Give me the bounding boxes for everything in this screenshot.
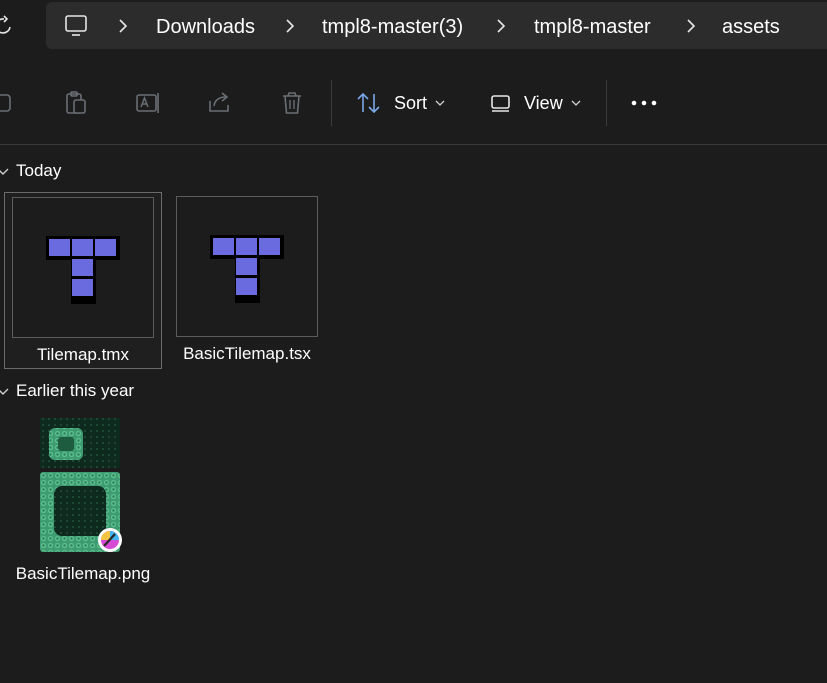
rename-icon[interactable] <box>134 89 162 117</box>
toolbar-divider <box>606 80 607 126</box>
delete-icon[interactable] <box>278 89 306 117</box>
breadcrumb-tmpl8-master-3[interactable]: tmpl8-master(3) <box>322 14 463 40</box>
more-options-icon[interactable] <box>630 89 658 117</box>
tiled-file-icon <box>46 236 120 304</box>
breadcrumb-chevron-icon[interactable] <box>117 17 129 35</box>
sort-label: Sort <box>394 92 428 113</box>
file-thumbnail <box>12 197 154 338</box>
share-icon[interactable] <box>206 89 234 117</box>
file-explorer-window: Downloads tmpl8-master(3) tmpl8-master a… <box>0 0 827 683</box>
paste-icon[interactable] <box>62 89 90 117</box>
chevron-down-icon <box>435 100 445 106</box>
breadcrumb-chevron-icon[interactable] <box>284 17 296 35</box>
refresh-icon[interactable] <box>0 15 12 37</box>
file-name: Tilemap.tmx <box>37 345 129 364</box>
chevron-down-icon <box>571 100 581 106</box>
view-label: View <box>524 92 563 113</box>
file-thumbnail <box>176 196 318 337</box>
file-name: BasicTilemap.png <box>15 564 151 583</box>
png-image-thumbnail <box>40 418 122 552</box>
copy-icon[interactable] <box>0 89 18 117</box>
breadcrumb-chevron-icon[interactable] <box>685 17 697 35</box>
file-name: BasicTilemap.tsx <box>183 344 311 363</box>
group-label: Earlier this year <box>16 381 135 400</box>
sort-button[interactable]: Sort <box>356 86 445 120</box>
group-label: Today <box>16 161 62 180</box>
toolbar-divider <box>331 80 332 126</box>
this-pc-icon[interactable] <box>64 14 90 38</box>
view-button[interactable]: View <box>490 86 581 120</box>
breadcrumb-downloads[interactable]: Downloads <box>156 14 255 40</box>
chevron-collapse-icon <box>0 168 9 175</box>
tiled-file-icon <box>210 235 284 303</box>
file-item-basictilemap-tsx[interactable]: BasicTilemap.tsx <box>168 192 326 369</box>
breadcrumb-tmpl8-master[interactable]: tmpl8-master <box>534 14 651 40</box>
sort-icon <box>357 92 380 114</box>
file-item-tilemap-tmx[interactable]: Tilemap.tmx <box>4 192 162 369</box>
breadcrumb-assets[interactable]: assets <box>722 14 780 40</box>
group-header-earlier-this-year[interactable]: Earlier this year <box>0 381 134 401</box>
file-item-basictilemap-png[interactable]: BasicTilemap.png <box>4 412 162 590</box>
chevron-collapse-icon <box>0 388 9 395</box>
breadcrumb-chevron-icon[interactable] <box>495 17 507 35</box>
group-header-today[interactable]: Today <box>0 161 61 181</box>
view-icon <box>491 95 510 112</box>
toolbar-bottom-divider <box>0 144 827 145</box>
